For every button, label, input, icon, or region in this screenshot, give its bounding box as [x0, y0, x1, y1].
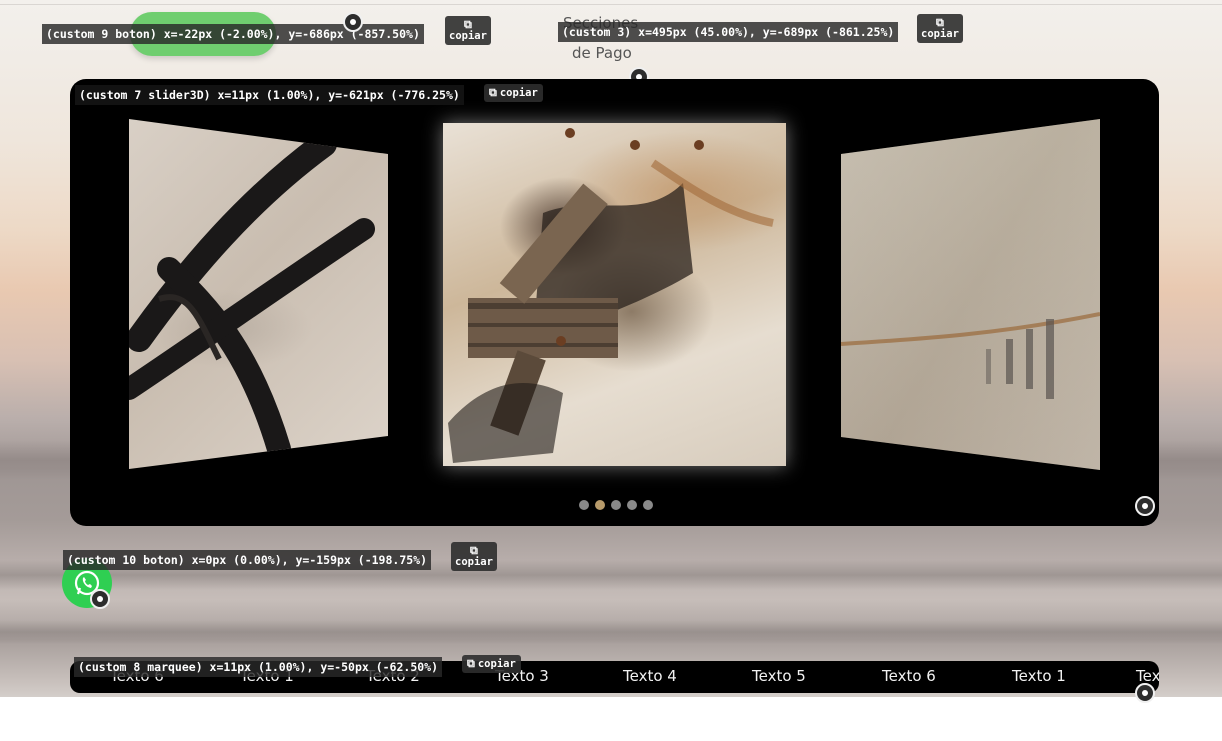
artwork-wood	[448, 128, 774, 463]
copy-icon: ⧉	[936, 16, 944, 29]
copy-icon: ⧉	[470, 544, 478, 557]
artwork-strokes	[129, 131, 375, 461]
copy-button-custom10[interactable]: ⧉ copiar	[451, 542, 497, 571]
slider-3d[interactable]	[70, 79, 1159, 526]
copy-button-custom8[interactable]: ⧉ copiar	[462, 655, 521, 673]
slider-dot-1[interactable]	[579, 500, 589, 510]
slider-dot-4[interactable]	[627, 500, 637, 510]
drag-handle-custom8[interactable]	[1135, 683, 1155, 703]
debug-label-custom3: (custom 3) x=495px (45.00%), y=-689px (-…	[558, 22, 899, 42]
nav-de-pago[interactable]: de Pago	[572, 44, 632, 62]
marquee-item: Texto 6	[882, 667, 936, 685]
slide-artwork-center[interactable]	[443, 123, 786, 466]
copy-button-custom3[interactable]: ⧉ copiar	[917, 14, 963, 43]
slider-pagination	[579, 500, 653, 510]
debug-label-custom7: (custom 7 slider3D) x=11px (1.00%), y=-6…	[75, 85, 464, 105]
debug-label-custom9: (custom 9 boton) x=-22px (-2.00%), y=-68…	[42, 24, 424, 44]
slide-artwork-left[interactable]	[129, 119, 388, 469]
slider-dot-2[interactable]	[595, 500, 605, 510]
top-divider	[0, 4, 1222, 5]
slider-dot-3[interactable]	[611, 500, 621, 510]
debug-label-custom10: (custom 10 boton) x=0px (0.00%), y=-159p…	[63, 550, 432, 570]
copy-icon: ⧉	[464, 18, 472, 31]
marquee-item: Tex	[1136, 667, 1159, 685]
drag-handle-custom7[interactable]	[1135, 496, 1155, 516]
drag-handle-custom10[interactable]	[90, 589, 110, 609]
debug-label-custom8: (custom 8 marquee) x=11px (1.00%), y=-50…	[74, 657, 443, 677]
slide-artwork-right[interactable]	[841, 119, 1100, 470]
copy-icon: ⧉	[467, 657, 475, 670]
marquee-item: Texto 5	[752, 667, 806, 685]
drag-handle-custom9[interactable]	[343, 12, 363, 32]
copy-icon: ⧉	[489, 86, 497, 99]
marquee-item: Texto 1	[1012, 667, 1066, 685]
artwork-marks	[841, 312, 1100, 399]
slider-dot-5[interactable]	[643, 500, 653, 510]
copy-button-custom7[interactable]: ⧉ copiar	[484, 84, 543, 102]
marquee-item: Texto 4	[623, 667, 677, 685]
copy-button-custom9[interactable]: ⧉ copiar	[445, 16, 491, 45]
